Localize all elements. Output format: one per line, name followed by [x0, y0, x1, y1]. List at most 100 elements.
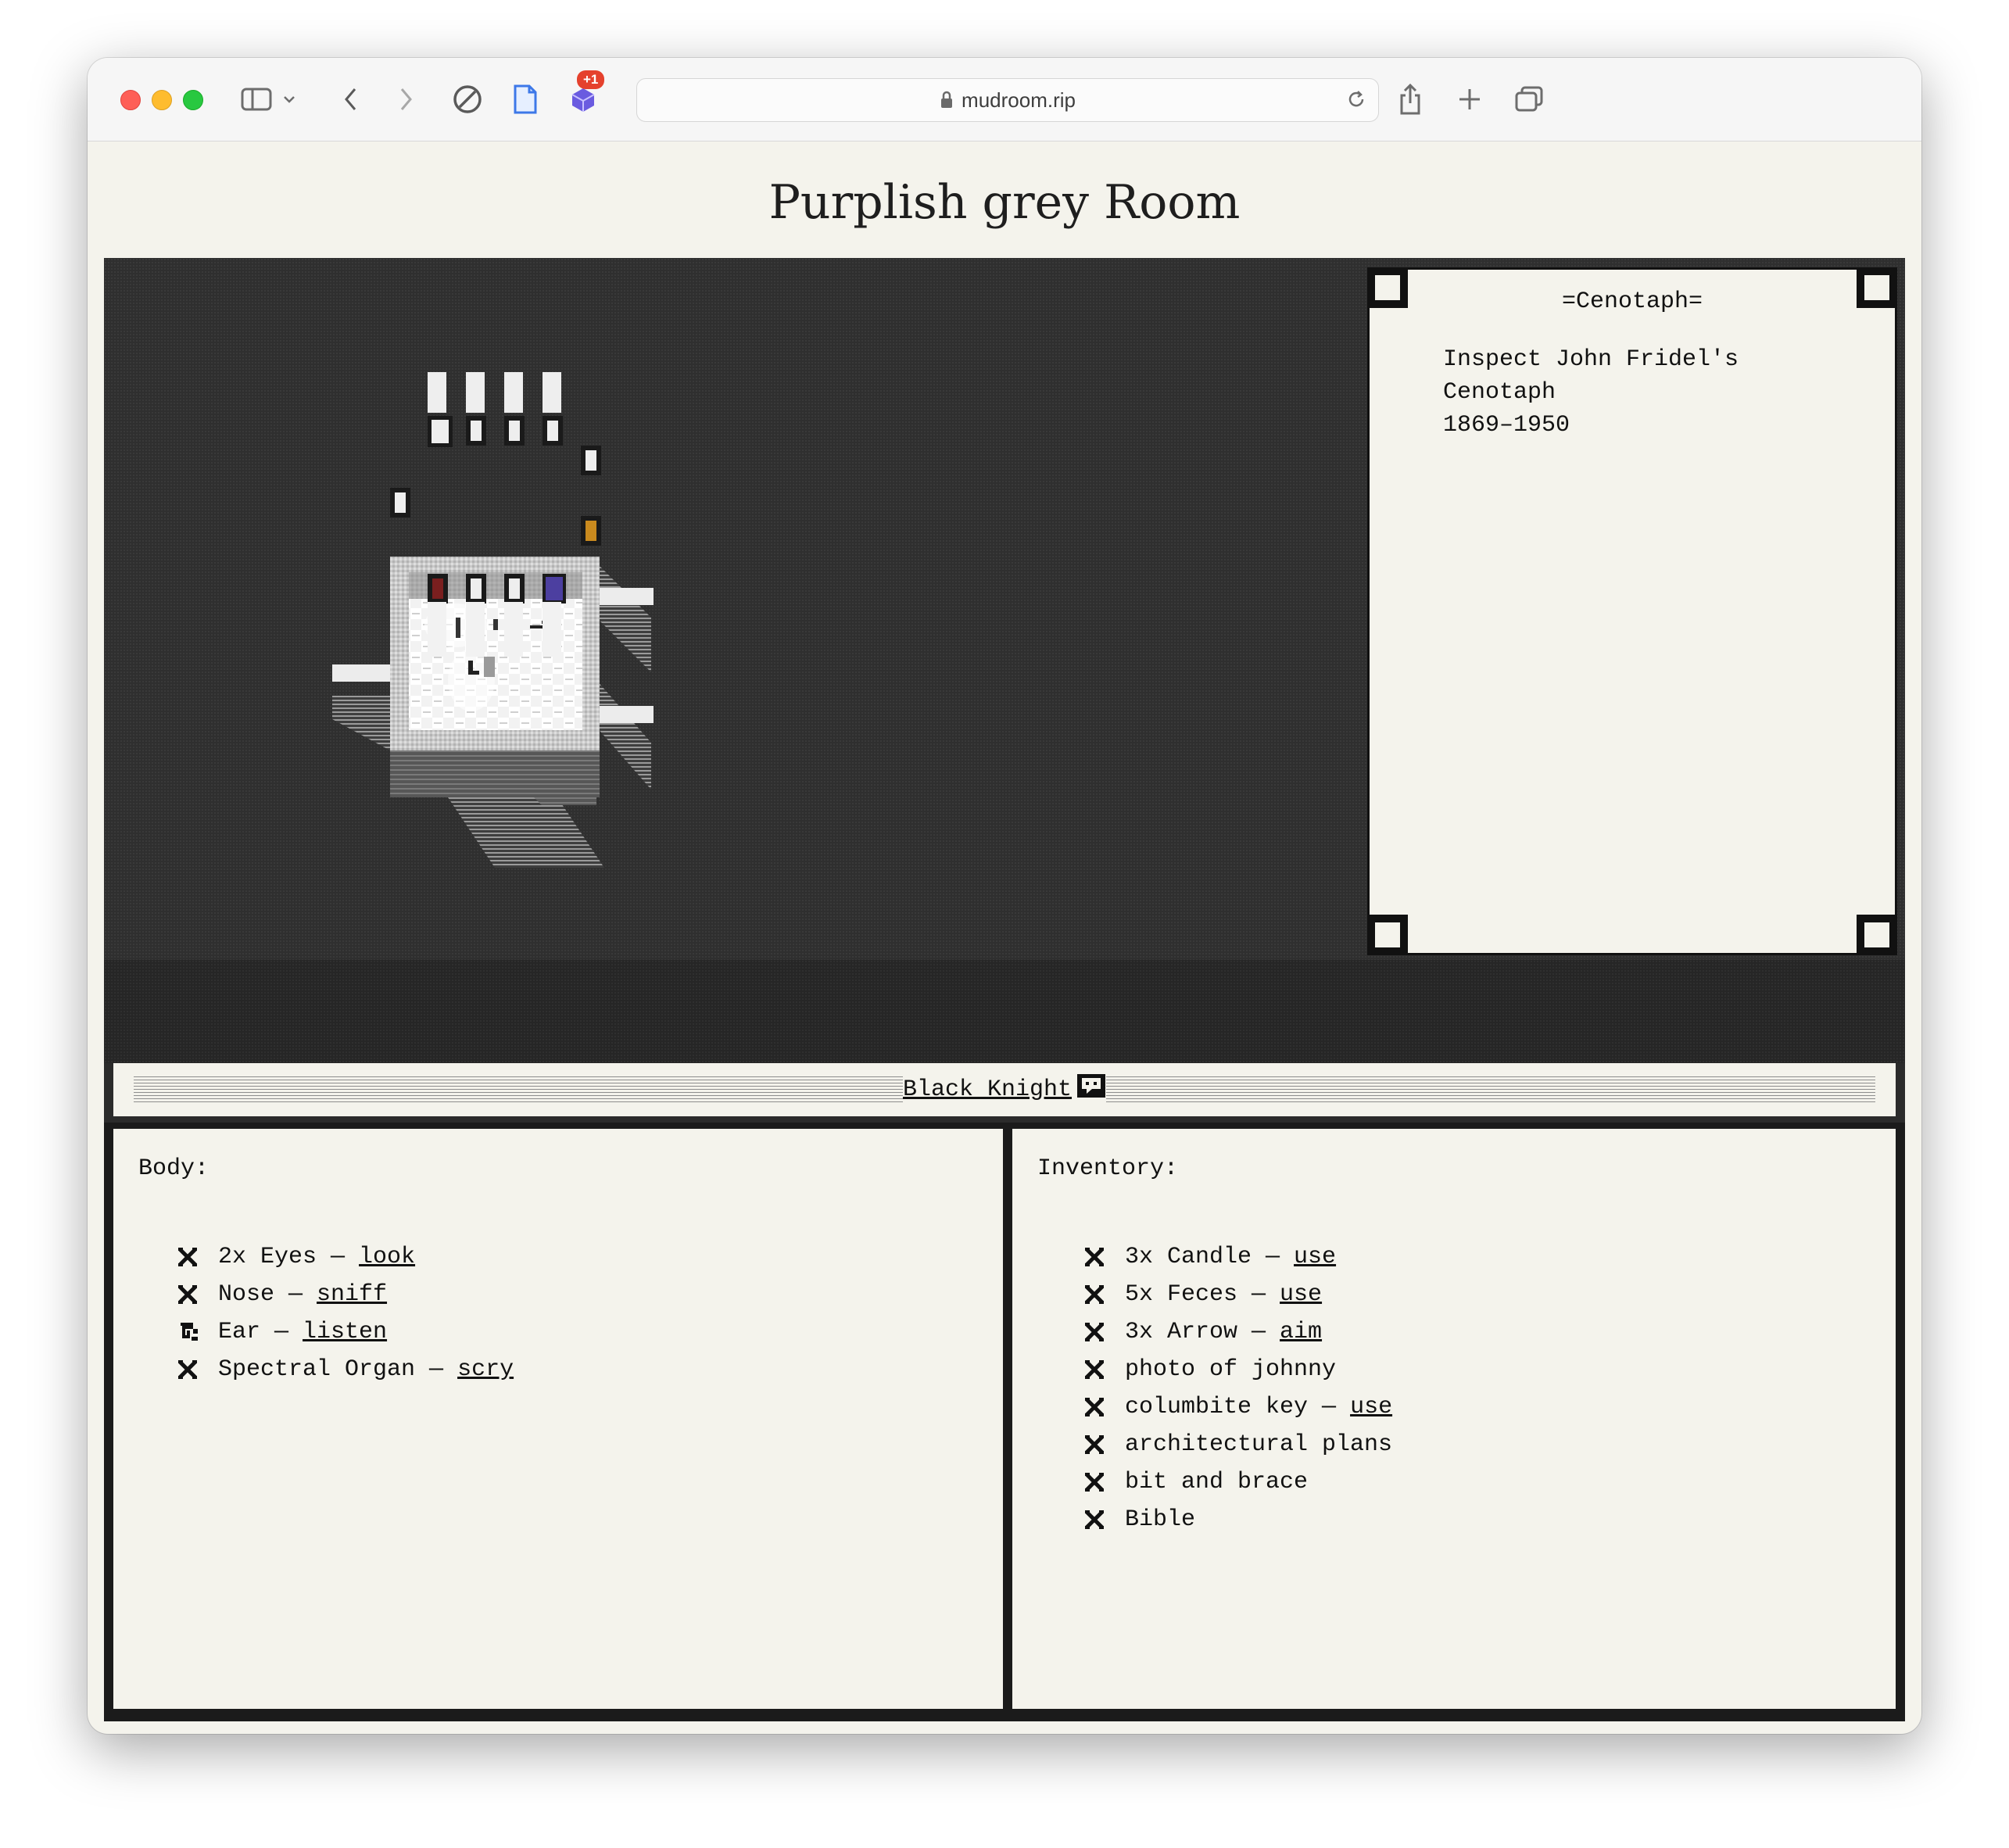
status-area: Body: 2x Eyes — look Nose — sniff Ear — …: [104, 1123, 1905, 1721]
north-door-4[interactable]: [543, 372, 561, 413]
north-door-3[interactable]: [504, 372, 523, 413]
body-item-name: Spectral Organ: [218, 1356, 416, 1383]
minimize-window-button[interactable]: [152, 90, 172, 110]
page-title: Purplish grey Room: [768, 175, 1241, 230]
list-item: architectural plans: [1084, 1426, 1392, 1463]
body-heading: Body:: [138, 1155, 209, 1182]
character-bar-rule: [1106, 1075, 1876, 1105]
scry-link[interactable]: scry: [457, 1356, 514, 1383]
panel-line: 1869–1950: [1443, 412, 1570, 439]
separator: —: [317, 1244, 360, 1270]
map-floor-shadow: [104, 960, 1905, 1080]
character-name: Black Knight: [902, 1076, 1073, 1103]
panel-title: =Cenotaph=: [1561, 288, 1703, 315]
lock-icon: [940, 91, 954, 109]
list-item: bit and brace: [1084, 1463, 1392, 1501]
url-text: mudroom.rip: [962, 88, 1076, 112]
use-candle-link[interactable]: use: [1294, 1244, 1336, 1270]
east-exit-orange[interactable]: [581, 516, 601, 546]
north-exit-down[interactable]: [428, 416, 453, 447]
inventory-list: 3x Candle — use 5x Feces — use 3x Arrow …: [1084, 1238, 1392, 1538]
north-exit-3[interactable]: [504, 416, 525, 446]
separator: —: [1237, 1319, 1280, 1345]
north-exit-2[interactable]: [466, 416, 486, 446]
list-item: 5x Feces — use: [1084, 1276, 1392, 1313]
cross-icon: [1084, 1397, 1125, 1417]
block-icon[interactable]: [450, 81, 485, 117]
separator: —: [1237, 1281, 1280, 1308]
character-bar: Black Knight: [104, 1063, 1905, 1123]
cenotaph-panel: =Cenotaph= Inspect John Fridel's Cenotap…: [1367, 267, 1897, 955]
panel-line: Cenotaph: [1443, 379, 1556, 406]
panel-corner-bl: [1367, 915, 1408, 955]
list-item: columbite key — use: [1084, 1388, 1392, 1426]
sniff-link[interactable]: sniff: [317, 1281, 387, 1308]
list-item: 3x Arrow — aim: [1084, 1313, 1392, 1351]
inventory-item-name: 5x Feces: [1125, 1281, 1238, 1308]
cross-icon: [177, 1359, 218, 1380]
zoom-window-button[interactable]: [183, 90, 203, 110]
west-exit[interactable]: [390, 488, 410, 518]
east-exit-1[interactable]: [581, 446, 601, 475]
spiral-icon: [177, 1321, 218, 1343]
list-item: Bible: [1084, 1501, 1392, 1538]
south-corridor-4[interactable]: [543, 602, 561, 657]
tab-overview-icon[interactable]: [1512, 81, 1546, 117]
character-bar-inner: Black Knight: [113, 1063, 1896, 1116]
browser-window: +1 mudroom.rip Purplish grey Room =Cenot…: [88, 58, 1921, 1734]
use-key-link[interactable]: use: [1350, 1394, 1392, 1420]
separator: —: [260, 1319, 303, 1345]
inventory-item-name: photo of johnny: [1125, 1356, 1337, 1383]
close-window-button[interactable]: [120, 90, 141, 110]
inventory-column: Inventory: 3x Candle — use 5x Feces — us…: [1012, 1129, 1896, 1709]
cross-icon: [1084, 1434, 1125, 1455]
character-name-link[interactable]: Black Knight: [903, 1073, 1106, 1106]
document-icon[interactable]: [510, 81, 541, 117]
body-list: 2x Eyes — look Nose — sniff Ear — listen…: [177, 1238, 514, 1388]
south-exit-red[interactable]: [428, 574, 448, 603]
share-icon[interactable]: [1395, 81, 1426, 117]
back-icon[interactable]: [339, 81, 363, 117]
reload-icon[interactable]: [1345, 88, 1367, 116]
inventory-item-name: architectural plans: [1125, 1431, 1393, 1458]
cross-icon: [177, 1284, 218, 1305]
north-door-1[interactable]: [428, 372, 446, 413]
look-link[interactable]: look: [359, 1244, 415, 1270]
room-map[interactable]: =Cenotaph= Inspect John Fridel's Cenotap…: [104, 258, 1905, 1080]
forward-icon[interactable]: [394, 81, 417, 117]
address-bar[interactable]: mudroom.rip: [636, 78, 1379, 122]
room-tiles: [332, 557, 654, 868]
inventory-heading: Inventory:: [1037, 1155, 1179, 1182]
list-item: Spectral Organ — scry: [177, 1351, 514, 1388]
body-item-name: Ear: [218, 1319, 261, 1345]
browser-toolbar: +1 mudroom.rip: [88, 58, 1921, 141]
sidebar-icon[interactable]: [239, 81, 274, 117]
listen-link[interactable]: listen: [303, 1319, 387, 1345]
new-tab-icon[interactable]: [1454, 81, 1485, 117]
panel-line: Inspect John Fridel's: [1443, 346, 1739, 373]
south-exit-2[interactable]: [466, 574, 486, 603]
cross-icon: [1084, 1284, 1125, 1305]
north-exit-4[interactable]: [543, 416, 563, 446]
south-exit-3[interactable]: [504, 574, 525, 603]
inventory-item-name: 3x Candle: [1125, 1244, 1252, 1270]
list-item: Ear — listen: [177, 1313, 514, 1351]
aim-arrow-link[interactable]: aim: [1280, 1319, 1322, 1345]
south-corridor-3[interactable]: [504, 602, 523, 657]
body-column: Body: 2x Eyes — look Nose — sniff Ear — …: [113, 1129, 1003, 1709]
body-item-name: Nose: [218, 1281, 275, 1308]
south-corridor-1[interactable]: [428, 602, 446, 657]
chevron-down-icon[interactable]: [280, 81, 299, 117]
north-door-2[interactable]: [466, 372, 485, 413]
use-feces-link[interactable]: use: [1280, 1281, 1322, 1308]
character-bar-rule: [134, 1075, 903, 1105]
south-corridor-2[interactable]: [466, 602, 485, 657]
separator: —: [1308, 1394, 1351, 1420]
cross-icon: [1084, 1359, 1125, 1380]
cross-icon: [1084, 1510, 1125, 1530]
south-exit-purple[interactable]: [543, 574, 566, 603]
inventory-item-name: Bible: [1125, 1506, 1196, 1533]
cross-icon: [1084, 1247, 1125, 1267]
list-item: photo of johnny: [1084, 1351, 1392, 1388]
inventory-item-name: columbite key: [1125, 1394, 1309, 1420]
